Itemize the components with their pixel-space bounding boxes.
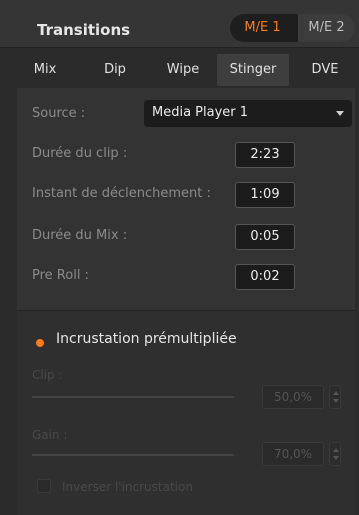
- stinger-settings: Source : Media Player 1 Durée du clip : …: [17, 88, 355, 310]
- preroll-field[interactable]: 0:02: [235, 264, 295, 290]
- me-selector: M/E 1 M/E 2: [230, 14, 355, 42]
- clip-duration-label: Durée du clip :: [32, 146, 128, 161]
- transition-type-tabs: Mix Dip Wipe Stinger DVE: [17, 54, 355, 86]
- transitions-panel: Transitions M/E 1 M/E 2 Mix Dip Wipe Sti…: [0, 0, 359, 515]
- clip-value-field[interactable]: 50,0%: [262, 385, 324, 409]
- tab-dve[interactable]: DVE: [295, 54, 355, 86]
- gain-stepper[interactable]: [329, 442, 341, 466]
- gain-label: Gain :: [32, 428, 68, 442]
- tab-stinger[interactable]: Stinger: [217, 54, 289, 86]
- tab-wipe[interactable]: Wipe: [153, 54, 213, 86]
- premultiplied-key-section: Incrustation prémultipliée Clip : 50,0% …: [17, 311, 355, 515]
- chevron-down-icon: [333, 399, 339, 403]
- source-label: Source :: [32, 106, 86, 121]
- trigger-label: Instant de déclenchement :: [32, 186, 211, 201]
- clip-duration-field[interactable]: 2:23: [235, 142, 295, 168]
- premultiplied-key-label[interactable]: Incrustation prémultipliée: [56, 331, 237, 347]
- mix-duration-label: Durée du Mix :: [32, 228, 128, 243]
- gain-value-field[interactable]: 70,0%: [262, 442, 324, 466]
- chevron-up-icon: [333, 391, 339, 395]
- source-dropdown[interactable]: Media Player 1: [144, 100, 352, 127]
- panel-header: Transitions M/E 1 M/E 2: [0, 0, 359, 48]
- tab-me2[interactable]: M/E 2: [298, 14, 355, 42]
- source-value: Media Player 1: [152, 105, 249, 120]
- tab-me1[interactable]: M/E 1: [230, 14, 295, 42]
- clip-stepper[interactable]: [329, 385, 341, 409]
- tab-mix[interactable]: Mix: [17, 54, 73, 86]
- chevron-down-icon: [336, 111, 344, 116]
- preroll-label: Pre Roll :: [32, 268, 89, 283]
- mix-duration-field[interactable]: 0:05: [235, 224, 295, 250]
- premultiplied-key-radio[interactable]: [36, 339, 44, 347]
- invert-key-checkbox[interactable]: [37, 479, 51, 493]
- clip-slider[interactable]: [32, 396, 234, 398]
- trigger-field[interactable]: 1:09: [235, 182, 295, 208]
- invert-key-label: Inverser l'incrustation: [62, 480, 193, 494]
- panel-title: Transitions: [37, 21, 131, 39]
- clip-label: Clip :: [32, 368, 63, 382]
- chevron-down-icon: [333, 456, 339, 460]
- chevron-up-icon: [333, 448, 339, 452]
- tab-dip[interactable]: Dip: [85, 54, 145, 86]
- gain-slider[interactable]: [32, 454, 234, 456]
